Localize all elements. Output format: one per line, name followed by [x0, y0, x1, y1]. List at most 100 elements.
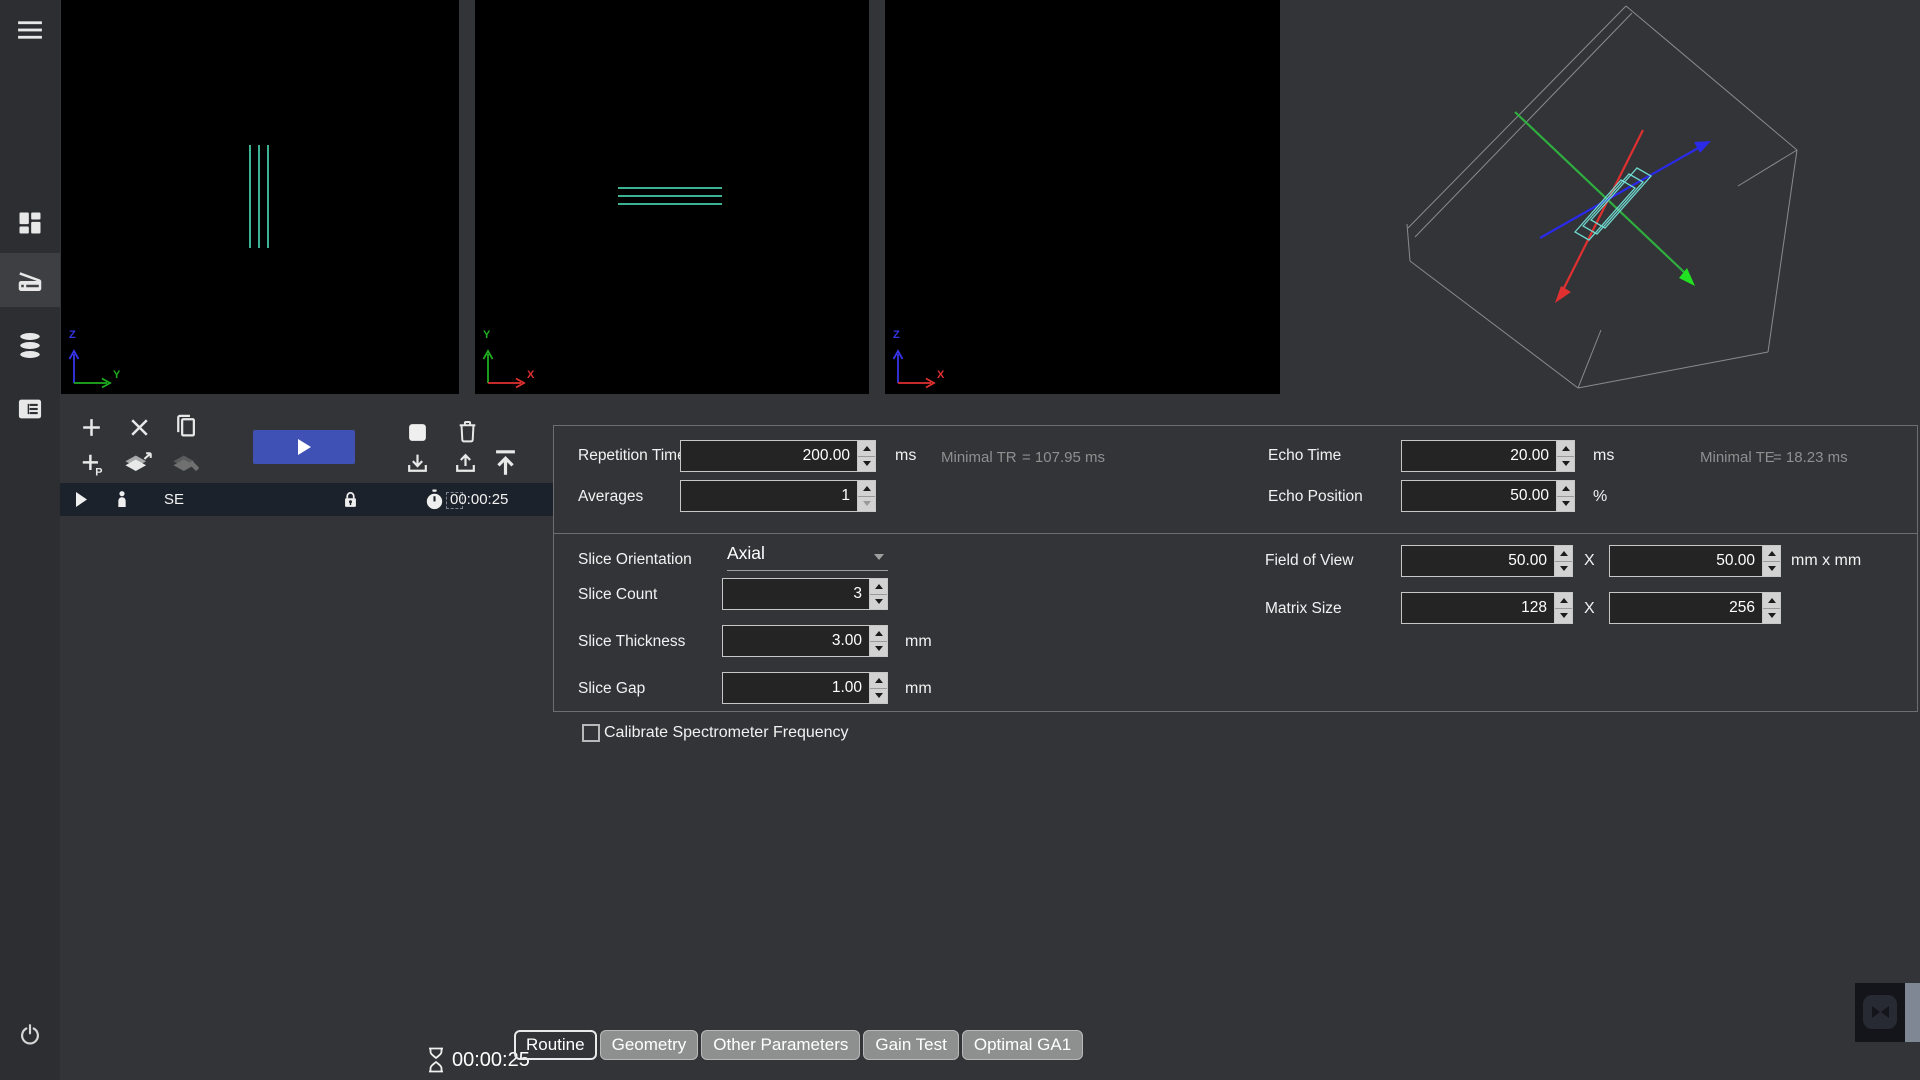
minimal-tr-value: = 107.95 ms [1022, 449, 1105, 466]
averages-spinner [857, 481, 875, 511]
averages-field [680, 480, 876, 512]
menu-icon[interactable] [0, 16, 60, 44]
viewport-axial[interactable]: Z X [885, 0, 1280, 394]
parameter-tabs: Routine Geometry Other Parameters Gain T… [514, 1030, 1083, 1060]
3d-axis-x [1555, 130, 1643, 303]
copy-icon[interactable] [172, 412, 199, 446]
slice-line [618, 195, 722, 197]
calibrate-checkbox-label: Calibrate Spectrometer Frequency [604, 724, 849, 742]
matrix-x-field [1401, 592, 1573, 624]
play-state-icon [75, 492, 88, 507]
upload-icon[interactable] [452, 451, 479, 483]
overlay-widget[interactable] [1855, 983, 1905, 1042]
spin-up-button[interactable] [858, 481, 875, 496]
averages-label: Averages [578, 488, 643, 506]
delete-icon[interactable] [455, 417, 480, 450]
spin-down-button[interactable] [870, 641, 887, 657]
spin-up-button[interactable] [1557, 441, 1574, 456]
slice-count-label: Slice Count [578, 586, 657, 604]
run-scan-button[interactable] [253, 430, 355, 464]
echo-position-input[interactable] [1402, 481, 1556, 511]
spin-down-button[interactable] [1557, 456, 1574, 472]
widget-handle[interactable] [1905, 983, 1920, 1042]
power-icon[interactable] [0, 1020, 60, 1050]
spin-down-button[interactable] [1763, 561, 1780, 577]
slice-count-input[interactable] [723, 579, 869, 609]
add-protocol-icon[interactable]: P [79, 451, 105, 482]
axis-label-vertical: Z [893, 330, 900, 341]
spin-up-button[interactable] [1763, 593, 1780, 608]
fov-y-field [1609, 545, 1781, 577]
spin-up-button[interactable] [1555, 593, 1572, 608]
repetition-time-input[interactable] [681, 441, 857, 471]
calibrate-checkbox[interactable] [582, 724, 600, 742]
spin-down-button[interactable] [858, 496, 875, 512]
slice-thickness-input[interactable] [723, 626, 869, 656]
spin-up-button[interactable] [858, 441, 875, 456]
slice-thickness-unit: mm [905, 633, 932, 651]
play-icon [298, 439, 311, 455]
slice-thickness-label: Slice Thickness [578, 633, 685, 651]
fov-separator: X [1584, 552, 1595, 570]
tab-geometry[interactable]: Geometry [600, 1030, 699, 1060]
dashboard-icon[interactable] [0, 206, 60, 240]
tab-gain-test[interactable]: Gain Test [863, 1030, 959, 1060]
slice-line [249, 145, 251, 248]
edit-layers-disabled-icon [170, 449, 201, 482]
slice-thickness-spinner [869, 626, 887, 656]
matrix-y-input[interactable] [1610, 593, 1762, 623]
slice-gap-unit: mm [905, 680, 932, 698]
viewport-sagittal[interactable]: Z Y [61, 0, 459, 394]
slice-gap-input[interactable] [723, 673, 869, 703]
sequence-row[interactable]: SE 00:00:25 [60, 483, 553, 516]
slice-gap-spinner [869, 673, 887, 703]
field-of-view-label: Field of View [1265, 552, 1353, 570]
stop-icon[interactable] [407, 422, 428, 448]
spin-up-button[interactable] [1557, 481, 1574, 496]
spin-up-button[interactable] [870, 673, 887, 688]
sidebar [0, 0, 60, 1080]
echo-time-unit: ms [1593, 447, 1614, 465]
slice-count-field [722, 578, 888, 610]
sequence-duration: 00:00:25 [450, 491, 508, 508]
export-layers-icon[interactable] [122, 449, 153, 482]
registration-card-icon[interactable] [0, 392, 60, 426]
svg-text:P: P [95, 466, 102, 477]
spin-down-button[interactable] [1555, 608, 1572, 624]
slice-gap-field [722, 672, 888, 704]
viewport-coronal[interactable]: Y X [475, 0, 869, 394]
spin-down-button[interactable] [1557, 496, 1574, 512]
database-icon[interactable] [0, 328, 60, 364]
spin-up-button[interactable] [870, 579, 887, 594]
spin-down-button[interactable] [1763, 608, 1780, 624]
panel-border [1917, 425, 1918, 712]
tab-other-parameters[interactable]: Other Parameters [701, 1030, 860, 1060]
repetition-time-field [680, 440, 876, 472]
add-icon[interactable] [79, 415, 104, 445]
tab-routine[interactable]: Routine [514, 1030, 597, 1060]
matrix-size-label: Matrix Size [1265, 600, 1342, 618]
spin-down-button[interactable] [858, 456, 875, 472]
echo-position-spinner [1556, 481, 1574, 511]
3d-scene[interactable] [1280, 0, 1920, 430]
fov-x-input[interactable] [1402, 546, 1554, 576]
fov-y-input[interactable] [1610, 546, 1762, 576]
spin-up-button[interactable] [1555, 546, 1572, 561]
spin-up-button[interactable] [870, 626, 887, 641]
matrix-separator: X [1584, 600, 1595, 618]
scanner-icon[interactable] [0, 264, 60, 298]
slice-orientation-dropdown[interactable]: Axial [727, 543, 888, 571]
matrix-x-input[interactable] [1402, 593, 1554, 623]
spin-down-button[interactable] [870, 594, 887, 610]
spin-up-button[interactable] [1763, 546, 1780, 561]
download-icon[interactable] [404, 451, 431, 483]
close-icon[interactable] [127, 415, 152, 445]
slice-orientation-label: Slice Orientation [578, 551, 692, 569]
upload-to-top-icon[interactable] [489, 447, 522, 484]
spin-down-button[interactable] [870, 688, 887, 704]
hourglass-icon [426, 1046, 446, 1074]
spin-down-button[interactable] [1555, 561, 1572, 577]
tab-optimal-ga1[interactable]: Optimal GA1 [962, 1030, 1083, 1060]
echo-time-input[interactable] [1402, 441, 1556, 471]
averages-input[interactable] [681, 481, 857, 511]
